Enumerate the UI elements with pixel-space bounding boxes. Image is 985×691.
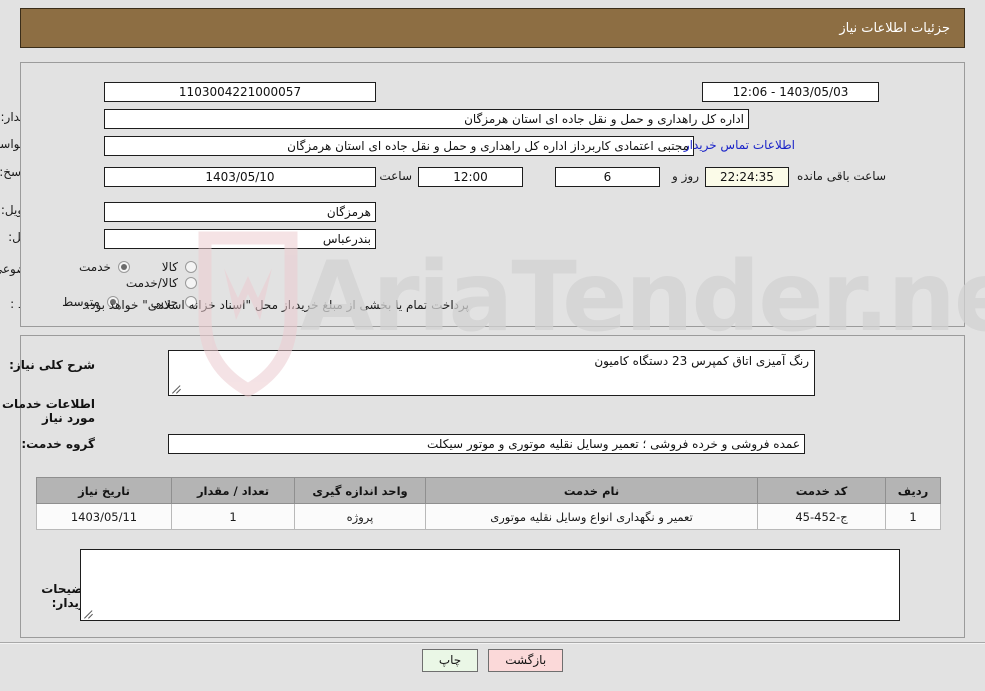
buyer-contact-link[interactable]: اطلاعات تماس خریدار bbox=[684, 138, 795, 152]
print-button[interactable]: چاپ bbox=[421, 649, 479, 672]
deadline-days-value[interactable]: 6 bbox=[555, 167, 660, 187]
page-header: جزئیات اطلاعات نیاز bbox=[20, 8, 965, 48]
services-section-heading: اطلاعات خدمات مورد نیاز bbox=[1, 397, 95, 425]
service-group-value[interactable]: عمده فروشی و خرده فروشی ؛ تعمیر وسایل نق… bbox=[168, 434, 805, 454]
buyer-comments-field[interactable] bbox=[80, 549, 900, 621]
table-row[interactable]: 1 ج-452-45 تعمیر و نگهداری انواع وسایل ن… bbox=[36, 503, 941, 530]
col-service-name: نام خدمت bbox=[425, 477, 758, 504]
general-description-value: رنگ آمیزی اتاق کمپرس 23 دستگاه کامیون bbox=[594, 354, 809, 368]
general-description-label: شرح کلی نیاز: bbox=[9, 358, 95, 372]
cell-service-code: ج-452-45 bbox=[757, 503, 886, 530]
buyer-org-value[interactable]: اداره کل راهداری و حمل و نقل جاده ای است… bbox=[104, 109, 749, 129]
subject-category-option-2[interactable]: کالا/خدمت bbox=[126, 276, 199, 290]
deadline-days-label: روز و bbox=[672, 169, 699, 183]
radio-icon[interactable] bbox=[117, 261, 130, 273]
cell-unit: پروژه bbox=[294, 503, 426, 530]
col-row-number: ردیف bbox=[885, 477, 941, 504]
need-number-value[interactable]: 1103004221000057 bbox=[104, 82, 376, 102]
deadline-time-value[interactable]: 12:00 bbox=[418, 167, 523, 187]
services-table: ردیف کد خدمت نام خدمت واحد اندازه گیری ت… bbox=[36, 477, 941, 530]
back-button[interactable]: بازگشت bbox=[488, 649, 564, 672]
radio-icon[interactable] bbox=[185, 277, 197, 289]
general-description-field[interactable]: رنگ آمیزی اتاق کمپرس 23 دستگاه کامیون bbox=[168, 350, 815, 396]
deadline-hour-label: ساعت bbox=[379, 169, 412, 183]
cell-row-number: 1 bbox=[885, 503, 941, 530]
delivery-city-value[interactable]: بندرعباس bbox=[104, 229, 376, 249]
col-service-code: کد خدمت bbox=[757, 477, 886, 504]
radio-icon[interactable] bbox=[185, 261, 197, 273]
purchase-process-note: پرداخت تمام یا بخشی از مبلغ خرید،از محل … bbox=[86, 298, 469, 312]
subject-category-options: کالا خدمت کالا/خدمت bbox=[0, 260, 199, 292]
cell-need-date: 1403/05/11 bbox=[36, 503, 172, 530]
footer-divider bbox=[0, 642, 985, 644]
resize-grip-icon[interactable] bbox=[171, 382, 183, 394]
subject-category-option-1[interactable]: خدمت bbox=[79, 260, 132, 274]
page-root: AriaTender.net جزئیات اطلاعات نیاز شماره… bbox=[0, 0, 985, 691]
request-creator-value[interactable]: مجتبی اعتمادی کاربرداز اداره کل راهداری … bbox=[104, 136, 694, 156]
footer-button-row: بازگشت چاپ bbox=[0, 649, 985, 672]
resize-grip-icon[interactable] bbox=[83, 607, 95, 619]
services-table-wrap: ردیف کد خدمت نام خدمت واحد اندازه گیری ت… bbox=[36, 477, 941, 530]
subject-category-option-1-label: خدمت bbox=[79, 260, 111, 274]
subject-category-option-0-label: کالا bbox=[161, 260, 178, 274]
col-need-date: تاریخ نیاز bbox=[36, 477, 172, 504]
table-header-row: ردیف کد خدمت نام خدمت واحد اندازه گیری ت… bbox=[36, 477, 941, 504]
col-quantity: تعداد / مقدار bbox=[171, 477, 295, 504]
service-group-label: گروه خدمت: bbox=[21, 437, 95, 451]
delivery-province-value[interactable]: هرمزگان bbox=[104, 202, 376, 222]
cell-service-name: تعمیر و نگهداری انواع وسایل نقلیه موتوری bbox=[425, 503, 758, 530]
deadline-date-value[interactable]: 1403/05/10 bbox=[104, 167, 376, 187]
page-title: جزئیات اطلاعات نیاز bbox=[839, 20, 950, 36]
deadline-countdown: 22:24:35 bbox=[705, 167, 789, 187]
col-unit: واحد اندازه گیری bbox=[294, 477, 426, 504]
subject-category-option-2-label: کالا/خدمت bbox=[125, 276, 178, 290]
subject-category-option-0[interactable]: کالا bbox=[162, 260, 199, 274]
cell-quantity: 1 bbox=[171, 503, 295, 530]
announce-datetime-value[interactable]: 1403/05/03 - 12:06 bbox=[702, 82, 879, 102]
deadline-remaining-label: ساعت باقی مانده bbox=[796, 169, 886, 183]
